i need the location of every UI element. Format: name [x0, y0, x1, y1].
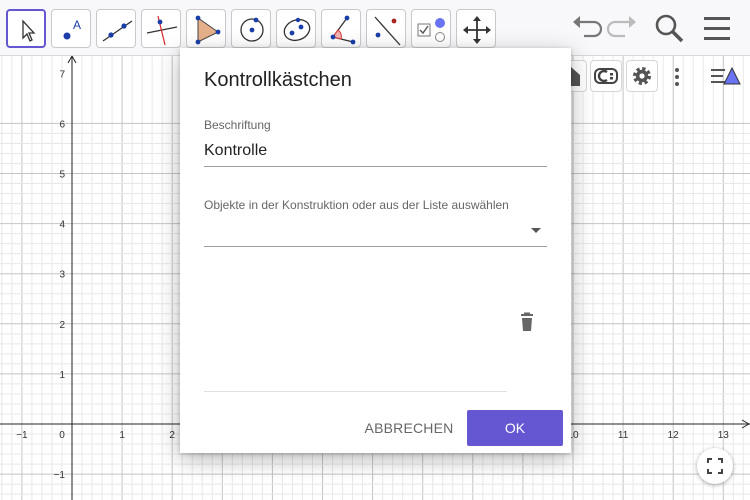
x-tick-label: 11: [618, 430, 629, 441]
tool-move-graphics[interactable]: [456, 9, 496, 48]
line-icon: [102, 20, 133, 42]
tool-line[interactable]: [96, 9, 136, 48]
cancel-button[interactable]: ABBRECHEN: [358, 410, 460, 446]
tool-angle[interactable]: [321, 9, 361, 48]
y-tick-label: 7: [59, 69, 65, 80]
ellipse-icon: [283, 17, 311, 42]
point-label: A: [73, 18, 81, 32]
checkbox-dialog: Kontrollkästchen Beschriftung Objekte in…: [180, 48, 571, 453]
toggle-style-bar-button[interactable]: [708, 62, 744, 92]
y-tick-label: 1: [59, 370, 65, 381]
dialog-title: Kontrollkästchen: [204, 69, 352, 91]
settings-button[interactable]: [626, 60, 658, 92]
tool-point[interactable]: A: [51, 9, 91, 48]
tool-reflect[interactable]: [366, 9, 406, 48]
move-graphics-view-icon: [463, 16, 491, 44]
move-arrow-icon: [22, 19, 36, 42]
y-tick-label: 4: [59, 220, 65, 231]
y-tick-label: 2: [59, 320, 65, 331]
checkbox-tool-icon: [417, 18, 445, 42]
undo-button[interactable]: [566, 8, 606, 48]
tool-move[interactable]: [6, 9, 46, 48]
polygon-icon: [195, 15, 221, 45]
more-button[interactable]: [667, 63, 687, 91]
point-icon: A: [63, 18, 81, 40]
x-tick-label: 12: [668, 430, 680, 441]
search-icon: [655, 14, 684, 43]
fullscreen-icon: [707, 458, 723, 474]
geogebra-app: A −1 0 1 2 10 11 12 13 7 6 5 4 3 2 1 −1 …: [0, 0, 750, 500]
undo-icon: [573, 16, 603, 38]
fullscreen-button[interactable]: [697, 448, 733, 484]
perpendicular-line-icon: [146, 15, 178, 46]
caption-label: Beschriftung: [204, 118, 271, 132]
settings-gear-icon: [633, 67, 651, 85]
x-tick-label: 13: [718, 430, 730, 441]
object-select-dropdown[interactable]: [204, 216, 547, 247]
tool-ellipse[interactable]: [276, 9, 316, 48]
ok-button[interactable]: OK: [467, 410, 563, 446]
tool-perpendicular[interactable]: [141, 9, 181, 48]
label-style-button[interactable]: [590, 60, 622, 92]
y-tick-label: 5: [59, 170, 65, 181]
tool-polygon[interactable]: [186, 9, 226, 48]
tool-circle[interactable]: [231, 9, 271, 48]
x-tick-label: 0: [59, 430, 65, 441]
dropdown-arrow-icon: [531, 228, 541, 233]
angle-icon: [330, 15, 356, 45]
y-tick-label: −1: [54, 470, 66, 481]
more-vertical-icon: [675, 68, 679, 86]
label-style-icon: [594, 68, 618, 84]
object-select-label: Objekte in der Konstruktion oder aus der…: [204, 198, 509, 212]
trash-icon: [521, 312, 533, 331]
y-tick-label: 3: [59, 270, 65, 281]
redo-icon: [606, 16, 636, 38]
menu-icon: [704, 17, 730, 40]
circle-center-point-icon: [240, 17, 264, 42]
search-button[interactable]: [650, 8, 690, 48]
toggle-style-bar-icon: [711, 66, 741, 85]
x-tick-label: 2: [169, 430, 175, 441]
caption-input[interactable]: [204, 136, 547, 167]
delete-button[interactable]: [516, 312, 538, 334]
x-tick-label: 1: [119, 430, 125, 441]
x-tick-label: −1: [16, 430, 28, 441]
y-tick-label: 6: [59, 119, 65, 130]
reflect-about-line-icon: [374, 16, 401, 46]
menu-button[interactable]: [697, 8, 737, 48]
redo-button[interactable]: [603, 8, 643, 48]
tool-checkbox[interactable]: [411, 9, 451, 48]
object-list-divider: [204, 391, 507, 392]
